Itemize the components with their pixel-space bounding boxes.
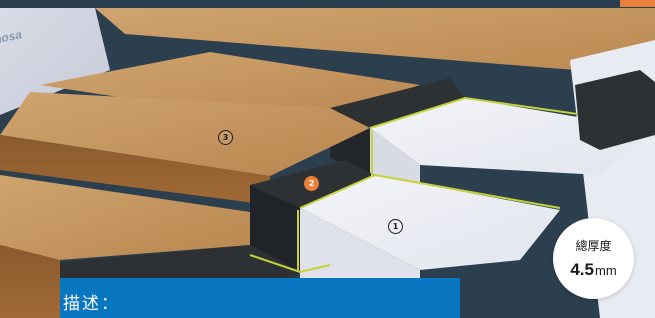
total-thickness-unit: mm <box>594 263 617 278</box>
total-thickness-label: 總厚度 <box>575 239 612 253</box>
total-thickness-value-row: 4.5 mm <box>570 260 616 280</box>
marker-1: 1 <box>388 219 403 234</box>
marker-2: 2 <box>304 176 319 191</box>
description-banner: 描述： <box>60 278 460 318</box>
header-strip <box>0 0 655 8</box>
top-accent-tab <box>620 0 655 7</box>
stair-diagram-scene: nosa 3 2 1 總厚度 4.5 mm 描述： <box>0 0 655 318</box>
total-thickness-badge: 總厚度 4.5 mm <box>553 218 634 299</box>
marker-3: 3 <box>218 130 233 145</box>
total-thickness-value: 4.5 <box>570 260 594 279</box>
